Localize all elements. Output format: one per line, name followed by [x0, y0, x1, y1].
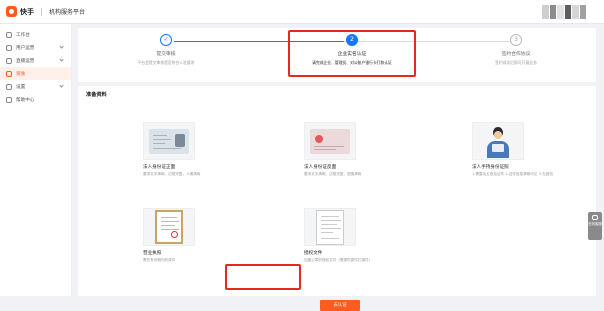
sidebar-item-label: 资质	[16, 71, 26, 77]
step-submit-review: ✓ 提交审核 平台会提交审核是否符合入驻要求	[106, 34, 226, 66]
material-desc: 1.需露出五官及证件 2.证件信息清晰可见 3.无遮挡	[472, 172, 553, 176]
material-idcard-front: 法人身份证正面 要求文字清晰、边框完整，人像清晰	[143, 122, 243, 177]
sidebar-item-label: 用户运营	[16, 45, 35, 51]
material-desc: 要求文字清晰、边框完整，人像清晰	[143, 172, 201, 176]
sidebar-item-help[interactable]: 帮助中心	[0, 93, 71, 106]
material-business-license: 营业执照 需在有效期内的原件	[143, 208, 243, 263]
person-holding-id-image	[472, 122, 524, 160]
material-desc: 要求文字清晰、边框完整，国徽清晰	[304, 172, 362, 176]
sidebar: 工作台 用户运营 直播运营 资质 设置 帮助中心	[0, 24, 72, 296]
sidebar-item-label: 帮助中心	[16, 97, 35, 103]
step-desc: 平台会提交审核是否符合入驻要求	[137, 60, 195, 65]
material-title: 法人身份证反面	[304, 165, 337, 170]
users-icon	[6, 44, 12, 51]
material-title: 营业执照	[143, 251, 162, 256]
step-title: 签约合作协议	[501, 52, 531, 57]
sidebar-item-label: 设置	[16, 84, 26, 90]
home-icon	[6, 31, 12, 38]
step-title: 提交审核	[156, 52, 176, 57]
sidebar-item-settings[interactable]: 设置	[0, 80, 71, 93]
progress-steps: ✓ 提交审核 平台会提交审核是否符合入驻要求 2 企业实名认证 请完成企业、管理…	[78, 28, 596, 82]
sidebar-item-label: 直播运营	[16, 58, 35, 64]
divider	[41, 7, 42, 16]
material-desc: 需在有效期内的原件	[143, 258, 176, 262]
material-hold-idcard: 法人手持身份证照 1.需露出五官及证件 2.证件信息清晰可见 3.无遮挡	[472, 122, 572, 177]
authorization-doc-image	[304, 208, 356, 246]
sidebar-item-live-ops[interactable]: 直播运营	[0, 54, 71, 67]
idcard-front-image	[304, 122, 356, 160]
chat-icon	[592, 215, 598, 220]
customer-service-button[interactable]: 在线客服	[588, 212, 602, 240]
sidebar-item-qualification[interactable]: 资质	[0, 67, 71, 80]
step-sign-agreement: 3 签约合作协议 签约成功后即可开展业务	[456, 34, 576, 66]
customer-service-label: 在线客服	[588, 222, 602, 226]
main-content: ✓ 提交审核 平台会提交审核是否符合入驻要求 2 企业实名认证 请完成企业、管理…	[72, 24, 604, 311]
material-title: 法人身份证正面	[143, 165, 176, 170]
sidebar-item-label: 工作台	[16, 32, 30, 38]
user-account-menu[interactable]	[542, 5, 586, 19]
brand-name: 快手	[20, 7, 34, 16]
sidebar-item-workbench[interactable]: 工作台	[0, 28, 71, 41]
highlight-box-current-step	[288, 30, 416, 77]
section-title: 准备资料	[86, 92, 107, 98]
step-desc: 签约成功后即可开展业务	[495, 60, 537, 65]
live-icon	[6, 57, 12, 64]
chevron-down-icon	[59, 57, 64, 62]
material-authorization: 授权文件 加盖公章的授权文件（需提供原件扫描件）	[304, 208, 404, 263]
material-desc: 加盖公章的授权文件（需提供原件扫描件）	[304, 258, 373, 262]
help-icon	[6, 96, 12, 103]
certificate-icon	[6, 70, 12, 77]
gear-icon	[6, 83, 12, 90]
chevron-down-icon	[59, 44, 64, 49]
material-title: 授权文件	[304, 251, 323, 256]
step-number: 3	[510, 34, 522, 46]
brand-logo[interactable]: 快手 机构服务平台	[6, 6, 85, 17]
start-auth-button[interactable]: 去认证	[320, 300, 360, 311]
materials-panel: 准备资料 法人身份证正面 要求文字清晰、边框完整，人像清晰 法人身份证反面 要求…	[78, 86, 596, 311]
check-icon: ✓	[160, 34, 172, 46]
chevron-down-icon	[59, 83, 64, 88]
material-idcard-back: 法人身份证反面 要求文字清晰、边框完整，国徽清晰	[304, 122, 404, 177]
business-license-image	[143, 208, 195, 246]
highlight-box-cta	[225, 264, 301, 290]
kuaishou-logo-icon	[6, 6, 17, 17]
material-title: 法人手持身份证照	[472, 165, 509, 170]
sidebar-item-user-ops[interactable]: 用户运营	[0, 41, 71, 54]
platform-name: 机构服务平台	[49, 9, 86, 16]
top-bar: 快手 机构服务平台	[0, 0, 604, 24]
idcard-back-image	[143, 122, 195, 160]
